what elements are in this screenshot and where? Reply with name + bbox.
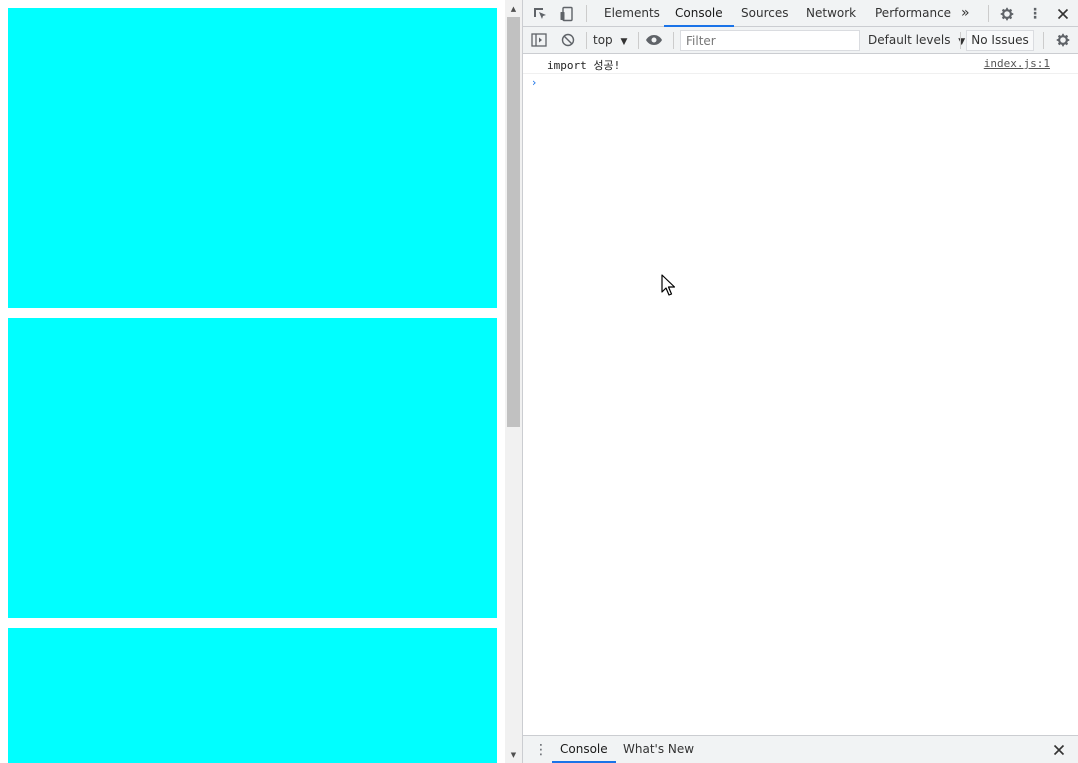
toolbar-separator bbox=[586, 32, 587, 49]
scroll-down-icon[interactable]: ▼ bbox=[505, 746, 522, 763]
drawer-tab-whats-new[interactable]: What's New bbox=[623, 736, 694, 763]
console-message-source-link[interactable]: index.js:1 bbox=[984, 57, 1050, 70]
console-message-text: import 성공! bbox=[547, 59, 621, 72]
cyan-box-2 bbox=[8, 318, 497, 618]
tab-performance[interactable]: Performance bbox=[875, 0, 951, 27]
close-icon[interactable] bbox=[1053, 4, 1073, 24]
console-settings-gear-icon[interactable] bbox=[1053, 30, 1073, 50]
devtools-tabbar: Elements Console Sources Network Perform… bbox=[523, 0, 1078, 27]
page-viewport bbox=[0, 0, 505, 763]
issues-button[interactable]: No Issues bbox=[966, 30, 1034, 51]
console-toolbar: top ▼ Default levels ▼ No Issues bbox=[523, 27, 1078, 54]
tabbar-separator bbox=[988, 5, 989, 22]
toolbar-separator bbox=[960, 32, 961, 49]
cyan-box-3 bbox=[8, 628, 497, 763]
screen: ▲ ▼ Elements Console Sources Network Per… bbox=[0, 0, 1078, 763]
tab-sources[interactable]: Sources bbox=[741, 0, 788, 27]
console-message-row: import 성공! index.js:1 bbox=[523, 54, 1078, 74]
sidebar-toggle-icon[interactable] bbox=[529, 30, 549, 50]
live-expression-eye-icon[interactable] bbox=[644, 30, 664, 50]
toolbar-separator bbox=[638, 32, 639, 49]
inspect-element-icon[interactable] bbox=[530, 4, 550, 24]
devtools-drawer: ⋮ Console What's New bbox=[523, 735, 1078, 763]
tab-console[interactable]: Console bbox=[664, 0, 734, 27]
cyan-box-1 bbox=[8, 8, 497, 308]
toolbar-separator bbox=[1043, 32, 1044, 49]
devtools-panel: Elements Console Sources Network Perform… bbox=[522, 0, 1078, 763]
tab-elements[interactable]: Elements bbox=[604, 0, 660, 27]
scroll-up-icon[interactable]: ▲ bbox=[505, 0, 522, 17]
device-toolbar-icon[interactable] bbox=[557, 4, 577, 24]
drawer-close-icon[interactable] bbox=[1049, 740, 1069, 760]
page-scrollbar[interactable]: ▲ ▼ bbox=[505, 0, 522, 763]
prompt-chevron-icon: › bbox=[532, 76, 537, 89]
tab-network[interactable]: Network bbox=[806, 0, 856, 27]
more-tabs-icon[interactable]: » bbox=[961, 0, 970, 27]
filter-input[interactable] bbox=[680, 30, 860, 51]
scroll-thumb[interactable] bbox=[507, 17, 520, 427]
chevron-down-icon: ▼ bbox=[620, 37, 628, 47]
log-levels-label: Default levels bbox=[868, 33, 951, 47]
drawer-menu-icon[interactable]: ⋮ bbox=[533, 740, 549, 760]
settings-gear-icon[interactable] bbox=[997, 4, 1017, 24]
tabbar-separator bbox=[586, 5, 587, 22]
mouse-cursor-icon bbox=[661, 274, 675, 296]
context-select[interactable]: top ▼ bbox=[593, 27, 627, 54]
context-select-value: top bbox=[593, 33, 613, 47]
drawer-tab-console[interactable]: Console bbox=[552, 736, 616, 763]
toolbar-separator bbox=[673, 32, 674, 49]
console-output[interactable]: import 성공! index.js:1 › bbox=[523, 54, 1078, 735]
kebab-menu-icon[interactable]: ⋮ bbox=[1025, 4, 1045, 24]
clear-console-icon[interactable] bbox=[558, 30, 578, 50]
console-prompt[interactable]: › bbox=[523, 75, 1078, 93]
log-levels-select[interactable]: Default levels ▼ bbox=[868, 27, 965, 54]
